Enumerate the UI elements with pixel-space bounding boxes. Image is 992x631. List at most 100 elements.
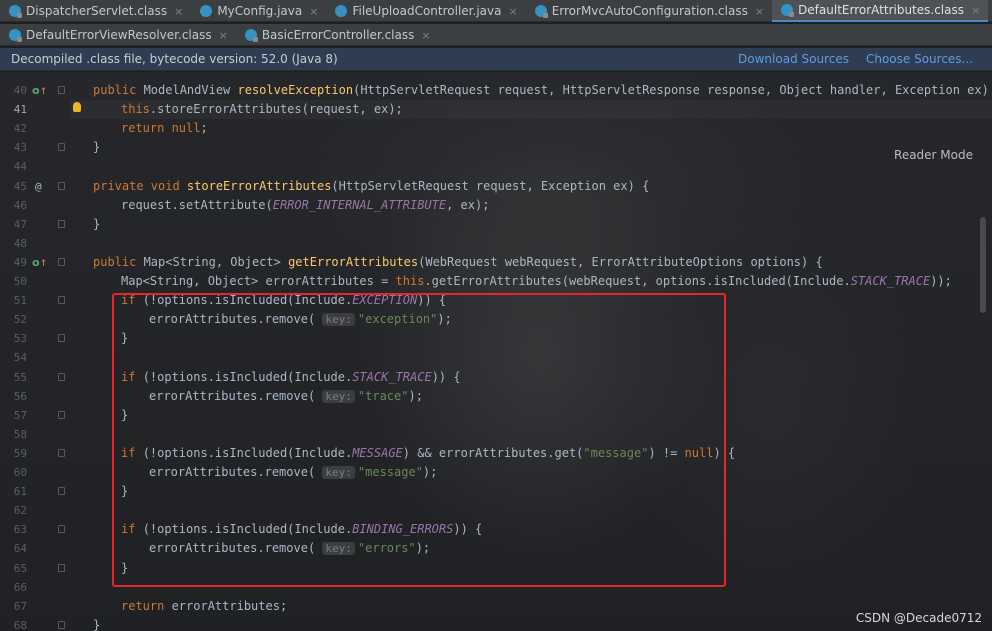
code-line[interactable]: 48 [0,234,992,253]
code-line[interactable]: 50 Map<String, Object> errorAttributes = … [0,272,992,291]
tab-label: DefaultErrorAttributes.class [798,3,964,17]
code-line[interactable]: 42 return null; [0,119,992,138]
line-number: 59 [13,446,27,460]
line-number: 52 [13,313,27,327]
code-line[interactable]: 46 request.setAttribute(ERROR_INTERNAL_AT… [0,196,992,215]
code-line[interactable]: 44 [0,157,992,176]
line-number: 66 [13,580,27,594]
line-number: 65 [13,561,27,575]
annotation-icon[interactable]: @ [35,180,42,193]
decompiled-notice-banner: Decompiled .class file, bytecode version… [0,48,992,71]
code-token: public [93,254,144,269]
line-number: 54 [13,351,27,365]
fold-icon[interactable] [58,487,65,496]
close-icon[interactable]: × [755,5,764,18]
code-text: public ModelAndView resolveException(Htt… [93,81,992,100]
fold-icon[interactable] [58,525,65,534]
fold-icon[interactable] [58,620,65,629]
close-icon[interactable]: × [309,5,318,18]
line-number: 61 [13,485,27,499]
code-line[interactable]: 67 return errorAttributes; [0,597,992,616]
tab-myconfig[interactable]: MyConfig.java × [191,0,326,22]
line-number: 67 [13,599,27,613]
tab-label: FileUploadController.java [352,4,502,18]
code-token: } [93,140,101,155]
code-line[interactable]: 45 @ private void storeErrorAttributes(Htt… [0,177,992,196]
line-number: 42 [13,122,27,136]
tab-defaulterrorattributes[interactable]: DefaultErrorAttributes.class × [772,0,989,22]
line-number: 63 [13,523,27,537]
tab-label: MyConfig.java [217,4,303,18]
fold-icon[interactable] [58,181,65,190]
fold-icon[interactable] [58,219,65,228]
close-icon[interactable]: × [971,4,980,17]
code-text: } [93,616,100,631]
code-token: } [93,216,101,231]
choose-sources-link[interactable]: Choose Sources... [866,52,973,66]
editor-tab-bar-row2: DefaultErrorViewResolver.class × BasicEr… [0,24,992,46]
fold-icon[interactable] [58,410,65,419]
class-file-icon [9,29,22,42]
code-text: return null; [121,119,208,138]
code-token: .storeErrorAttributes(request, ex); [149,102,403,117]
code-text: Map<String, Object> errorAttributes = th… [121,272,952,291]
line-number: 43 [13,141,27,155]
close-icon[interactable]: × [421,29,430,42]
line-number: 57 [13,408,27,422]
download-sources-link[interactable]: Download Sources [738,52,849,66]
red-annotation-box [112,293,726,587]
tab-fileuploadcontroller[interactable]: FileUploadController.java × [326,0,525,22]
code-token: private void [93,178,187,193]
tab-label: DefaultErrorViewResolver.class [26,28,212,42]
code-line[interactable]: 40 o↑ public ModelAndView resolveException… [0,81,992,100]
code-line[interactable]: 43} [0,138,992,157]
code-line[interactable]: 68} [0,616,992,631]
line-number: 60 [13,466,27,479]
fold-icon[interactable] [58,334,65,343]
tab-defaulterrorviewresolver[interactable]: DefaultErrorViewResolver.class × [0,24,236,46]
fold-icon[interactable] [58,143,65,152]
code-token: STACK_TRACE [850,274,931,288]
tab-errormvcautoconfiguration[interactable]: ErrorMvcAutoConfiguration.class × [526,0,772,22]
code-token: public [93,83,144,97]
lightbulb-icon[interactable] [73,102,81,113]
class-file-icon [244,29,258,42]
code-token: )); [930,274,952,288]
vertical-scrollbar[interactable] [980,217,986,313]
line-number: 49 [13,255,27,269]
code-token: (HttpServletRequest request, Exception e… [331,178,650,193]
line-number: 50 [13,275,27,288]
fold-icon[interactable] [58,448,65,457]
code-line[interactable]: 49 o↑ public Map<String, Object> getErrorA… [0,253,992,272]
override-method-icon[interactable]: o↑ [32,256,47,271]
tab-dispatcherservlet[interactable]: DispatcherServlet.class × [0,0,191,22]
reader-mode-toggle[interactable]: Reader Mode [894,148,973,162]
code-text: return errorAttributes; [121,597,287,616]
close-icon[interactable]: × [508,5,517,18]
code-editor[interactable]: 40 o↑ public ModelAndView resolveException… [0,72,992,631]
fold-icon[interactable] [58,563,65,572]
tab-basicerrorcontroller[interactable]: BasicErrorController.class × [236,24,439,46]
override-method-icon[interactable]: o↑ [32,84,47,99]
code-token: this [121,102,150,117]
close-icon[interactable]: × [174,5,183,18]
code-token: ; [200,121,208,136]
code-token: (WebRequest webRequest, ErrorAttributeOp… [418,254,823,269]
java-file-icon [200,5,213,17]
decompiled-message: Decompiled .class file, bytecode version… [11,52,338,66]
code-text: } [93,215,100,234]
line-number: 51 [13,294,27,308]
code-text: public Map<String, Object> getErrorAttri… [93,253,823,272]
close-icon[interactable]: × [219,29,228,42]
code-token: ModelAndView [143,83,238,97]
code-token: errorAttributes; [171,598,288,613]
fold-icon[interactable] [58,372,65,381]
class-file-icon [534,5,548,18]
code-token: Map<String, Object> [143,254,289,269]
fold-icon[interactable] [58,86,65,94]
class-file-icon [781,4,795,17]
code-line[interactable]: 47} [0,215,992,234]
code-line[interactable]: 41 this.storeErrorAttributes(request, ex)… [0,100,992,119]
fold-icon[interactable] [58,296,65,305]
fold-icon[interactable] [58,257,65,266]
